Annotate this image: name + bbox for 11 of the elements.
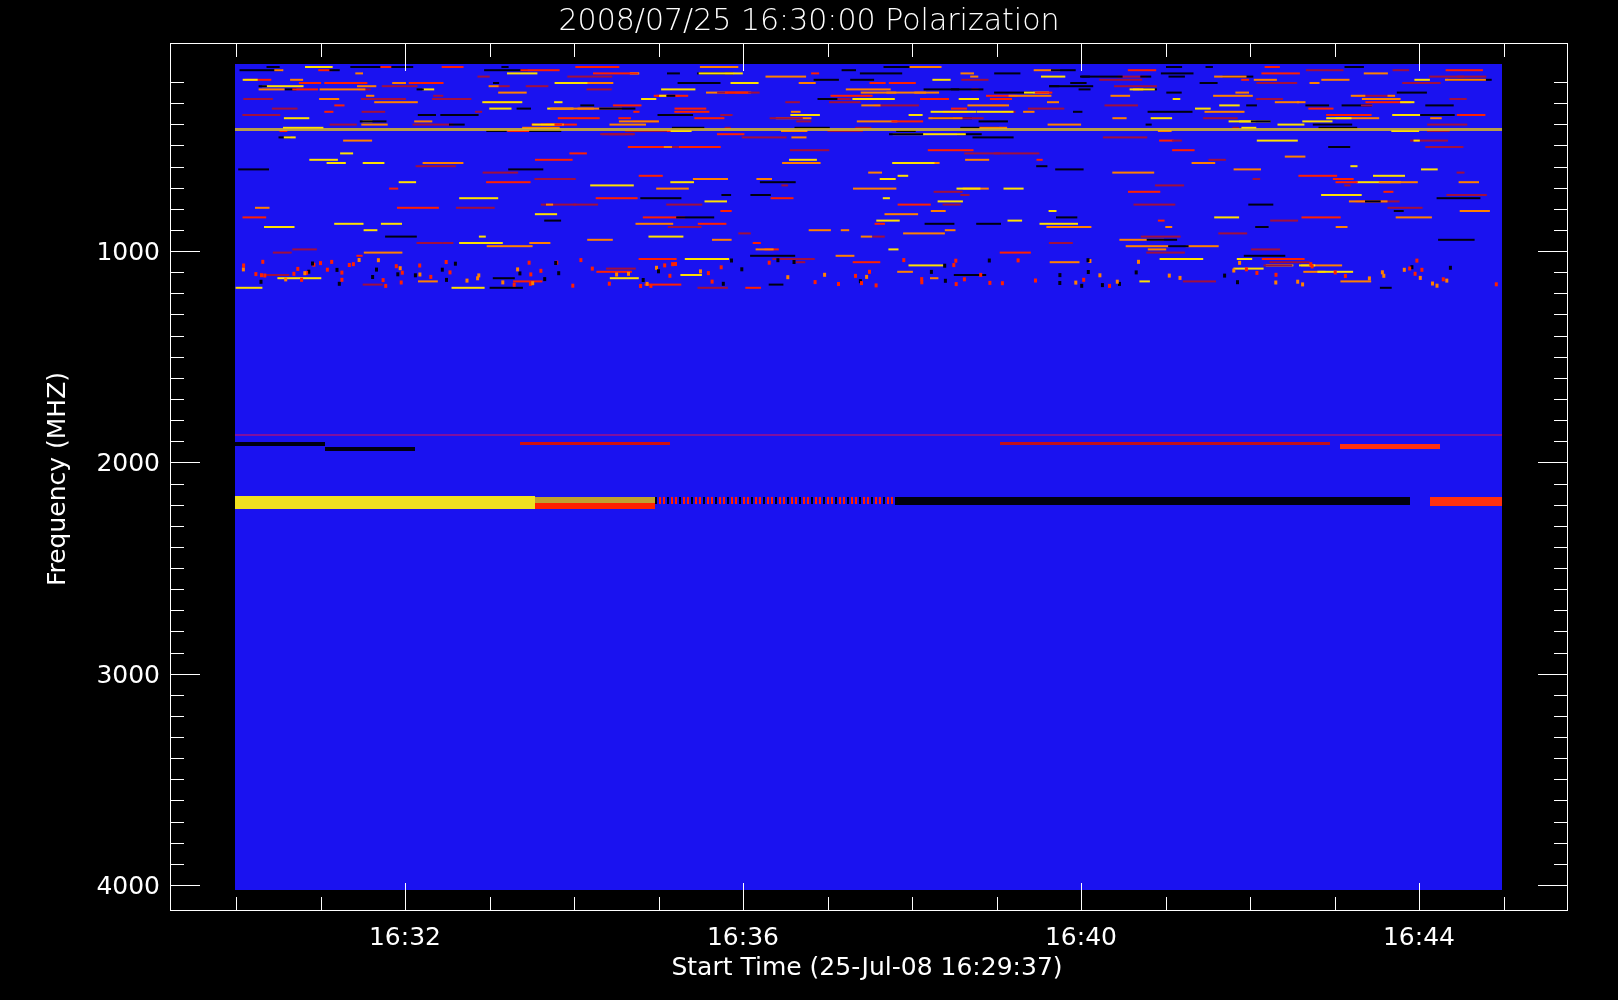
axis-label: Start Time (25-Jul-08 16:29:37)	[671, 952, 1063, 981]
tick-label: 2000	[96, 448, 160, 478]
tick-label: 16:32	[369, 922, 441, 951]
tick-label: 16:40	[1045, 922, 1117, 951]
tick-label: 16:36	[707, 922, 779, 951]
tick-label: 16:44	[1383, 922, 1455, 951]
tick-label: 1000	[96, 237, 160, 266]
axis-label: Frequency (MHZ)	[42, 371, 71, 587]
chart-title: 2008/07/25 16:30:00 Polarization	[558, 2, 1060, 37]
tick-label: 3000	[96, 659, 160, 689]
tick-label: 4000	[96, 870, 160, 900]
